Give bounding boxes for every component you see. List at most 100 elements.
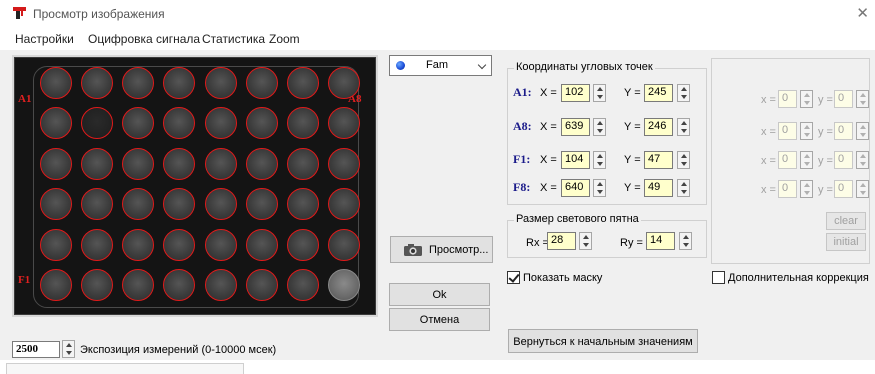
well-d7[interactable] — [286, 188, 319, 221]
well-b7[interactable] — [286, 107, 319, 140]
show-mask-label: Показать маску — [523, 272, 603, 284]
f8-x-spin-button[interactable] — [593, 179, 606, 197]
correction-y-spin-button[interactable] — [856, 90, 869, 108]
show-mask-checkbox[interactable] — [507, 271, 520, 284]
correction-x-input[interactable]: 0 — [778, 122, 797, 140]
correction-y-input[interactable]: 0 — [834, 90, 853, 108]
y-label: Y = — [624, 121, 641, 133]
well-c4[interactable] — [163, 147, 196, 180]
corner-label-a1: A1 — [18, 93, 32, 105]
menu-item-zoom[interactable]: Zoom — [269, 32, 300, 46]
well-c2[interactable] — [81, 147, 114, 180]
initial-button[interactable]: initial — [826, 233, 866, 251]
a1-x-input[interactable]: 102 — [561, 84, 590, 102]
ok-button[interactable]: Ok — [389, 283, 490, 306]
f8-y-input[interactable]: 49 — [644, 179, 673, 197]
spot-size-title: Размер светового пятна — [514, 213, 641, 225]
a8-y-spin-button[interactable] — [677, 118, 690, 136]
f1-x-spin-button[interactable] — [593, 151, 606, 169]
well-f7[interactable] — [286, 269, 319, 301]
rx-input[interactable]: 28 — [547, 232, 576, 250]
well-f6[interactable] — [245, 269, 278, 301]
a8-x-input[interactable]: 639 — [561, 118, 590, 136]
well-f1[interactable] — [40, 269, 72, 301]
correction-y-spin-button[interactable] — [856, 151, 869, 169]
f8-y-spin-button[interactable] — [677, 179, 690, 197]
well-f8[interactable] — [328, 269, 360, 301]
exposure-spin-button[interactable] — [62, 340, 75, 358]
close-icon[interactable]: ✕ — [856, 4, 869, 22]
correction-x-spin-button[interactable] — [800, 180, 813, 198]
well-c7[interactable] — [286, 147, 319, 180]
well-e5[interactable] — [204, 228, 237, 261]
dye-color-icon — [396, 61, 405, 70]
correction-x-spin-button[interactable] — [800, 90, 813, 108]
well-f5[interactable] — [204, 269, 237, 301]
well-d6[interactable] — [245, 188, 278, 221]
well-e7[interactable] — [286, 228, 319, 261]
correction-x-input[interactable]: 0 — [778, 90, 797, 108]
a1-y-spin-button[interactable] — [677, 84, 690, 102]
well-d8[interactable] — [328, 188, 360, 221]
correction-y-input[interactable]: 0 — [834, 122, 853, 140]
menu-item-statistics[interactable]: Статистика — [202, 32, 265, 46]
well-c1[interactable] — [40, 147, 72, 180]
well-a5[interactable] — [204, 67, 237, 99]
correction-x-spin-button[interactable] — [800, 122, 813, 140]
preview-button[interactable]: Просмотр... — [390, 236, 493, 263]
well-e1[interactable] — [40, 228, 72, 261]
a1-x-spin-button[interactable] — [593, 84, 606, 102]
well-d5[interactable] — [204, 188, 237, 221]
correction-y-input[interactable]: 0 — [834, 151, 853, 169]
correction-y-input[interactable]: 0 — [834, 180, 853, 198]
f8-x-input[interactable]: 640 — [561, 179, 590, 197]
correction-x-input[interactable]: 0 — [778, 180, 797, 198]
well-e2[interactable] — [81, 228, 114, 261]
well-e3[interactable] — [122, 228, 155, 261]
a8-x-spin-button[interactable] — [593, 118, 606, 136]
f1-y-spin-button[interactable] — [677, 151, 690, 169]
well-e6[interactable] — [245, 228, 278, 261]
dye-select[interactable]: Fam — [389, 55, 492, 76]
well-c5[interactable] — [204, 147, 237, 180]
clear-button[interactable]: clear — [826, 212, 866, 230]
correction-x-spin-button[interactable] — [800, 151, 813, 169]
well-c6[interactable] — [245, 147, 278, 180]
a1-y-input[interactable]: 245 — [644, 84, 673, 102]
well-b6[interactable] — [245, 107, 278, 140]
extra-correction-label: Дополнительная коррекция — [728, 272, 869, 284]
f1-y-input[interactable]: 47 — [644, 151, 673, 169]
well-c8[interactable] — [328, 147, 360, 180]
y-label: Y = — [624, 154, 641, 166]
ry-label: Ry = — [620, 237, 643, 249]
ry-input[interactable]: 14 — [646, 232, 675, 250]
menu-item-settings[interactable]: Настройки — [15, 32, 74, 46]
correction-y-spin-button[interactable] — [856, 122, 869, 140]
well-e8[interactable] — [328, 228, 360, 261]
a8-y-input[interactable]: 246 — [644, 118, 673, 136]
bottom-tab[interactable] — [6, 363, 244, 374]
correction-x-input[interactable]: 0 — [778, 151, 797, 169]
well-a2[interactable] — [81, 67, 114, 99]
exposure-input[interactable]: 2500 — [12, 341, 60, 358]
well-a6[interactable] — [245, 67, 278, 99]
well-f2[interactable] — [81, 269, 114, 301]
correction-y-spin-button[interactable] — [856, 180, 869, 198]
rx-spin-button[interactable] — [579, 232, 592, 250]
chevron-down-icon[interactable] — [474, 56, 491, 75]
x-label: X = — [540, 121, 557, 133]
well-c3[interactable] — [122, 147, 155, 180]
well-b5[interactable] — [204, 107, 237, 140]
well-a7[interactable] — [286, 67, 319, 99]
f1-x-input[interactable]: 104 — [561, 151, 590, 169]
cancel-button[interactable]: Отмена — [389, 308, 490, 331]
extra-correction-checkbox[interactable] — [712, 271, 725, 284]
ry-spin-button[interactable] — [679, 232, 692, 250]
menu-item-signal-digitization[interactable]: Оцифровка сигнала — [88, 32, 200, 46]
well-d1[interactable] — [40, 188, 72, 221]
well-e4[interactable] — [163, 228, 196, 261]
well-a8[interactable] — [328, 67, 360, 99]
reset-to-initial-button[interactable]: Вернуться к начальным значениям — [508, 329, 698, 353]
well-a1[interactable] — [40, 67, 72, 99]
plate-image[interactable]: A1 A8 F1 F8 — [14, 57, 376, 315]
